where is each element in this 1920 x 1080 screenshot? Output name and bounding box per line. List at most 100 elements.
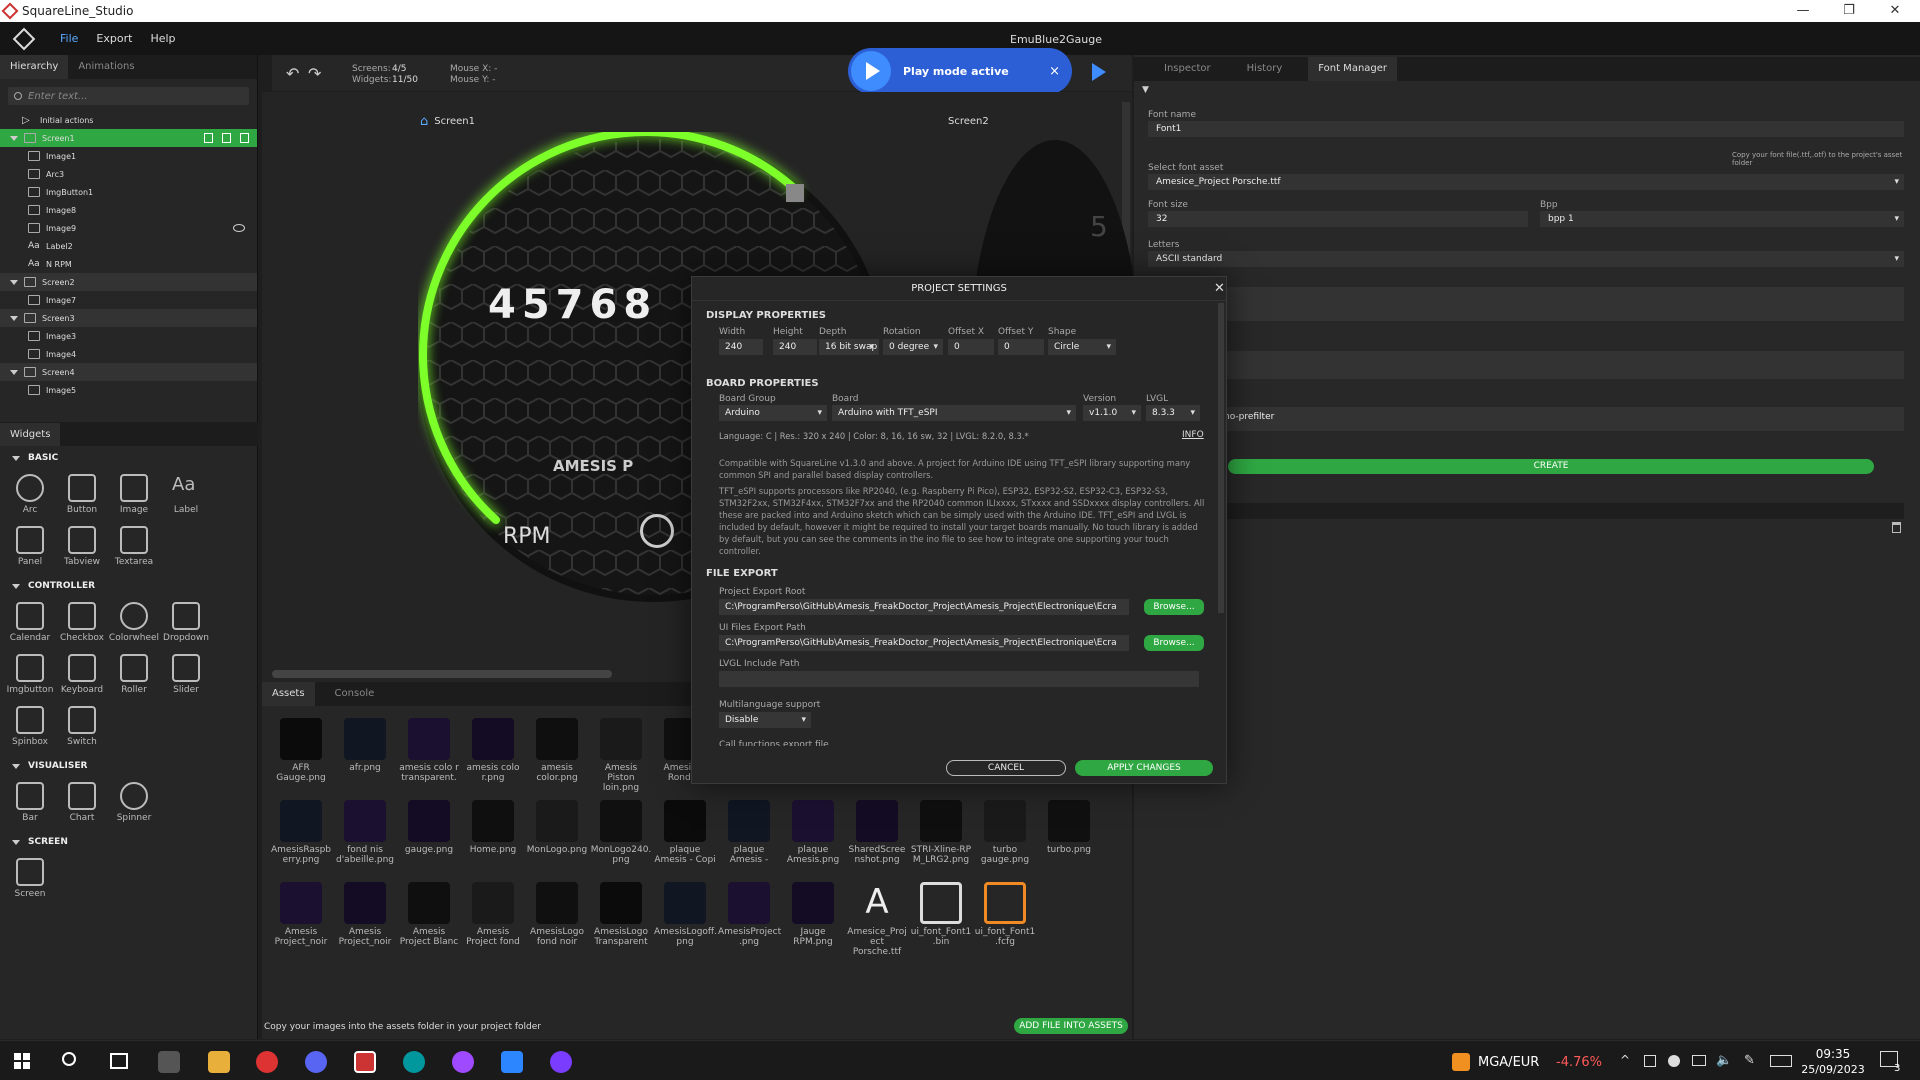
browse-ui-path-button[interactable]: Browse... [1144,635,1204,651]
menu-file[interactable]: File [60,32,78,45]
undo-icon[interactable]: ↶ [286,64,299,83]
expand-caret-icon[interactable] [10,369,18,375]
tree-row-screen2[interactable]: Screen2 [0,273,257,291]
asset-item[interactable]: Amesis Project Blanc [398,882,460,947]
redo-icon[interactable]: ↷ [308,64,321,83]
bpp-dropdown[interactable]: bpp 1 [1540,211,1904,227]
multilang-dropdown[interactable]: Disable [719,712,811,728]
canvas-hscrollbar[interactable] [272,670,612,678]
asset-item[interactable]: ui_font_Font1 .bin [910,882,972,947]
minimize-button[interactable]: — [1780,0,1826,22]
asset-item[interactable]: MonLogo.png [526,800,588,855]
display-width-input[interactable]: 240 [719,339,763,355]
tab-console[interactable]: Console [325,682,385,706]
tree-row-image9[interactable]: Image9 [0,219,257,237]
play-icon[interactable] [1092,63,1106,81]
widget-button[interactable]: Button [56,470,108,522]
asset-item[interactable]: Home.png [462,800,524,855]
widget-screen[interactable]: Screen [4,854,56,906]
copy-icon[interactable] [240,133,249,143]
widget-switch[interactable]: Switch [56,702,108,754]
tab-animations[interactable]: Animations [68,55,144,79]
tree-row-screen4[interactable]: Screen4 [0,363,257,381]
tree-row-image3[interactable]: Image3 [0,327,257,345]
ui-path-input[interactable]: C:\ProgramPerso\GitHub\Amesis_FreakDocto… [719,635,1129,651]
cancel-button[interactable]: CANCEL [946,760,1066,776]
font-list-row[interactable] [1148,503,1904,519]
network-icon[interactable] [1692,1055,1706,1066]
widget-imgbutton[interactable]: Imgbutton [4,650,56,702]
tab-widgets[interactable]: Widgets [0,423,61,446]
task-view-icon[interactable] [110,1053,128,1069]
asset-item[interactable]: MonLogo240. png [590,800,652,865]
letters-textarea[interactable] [1148,287,1904,321]
widget-section-basic[interactable]: BASIC [0,448,258,468]
asset-item[interactable]: AmesisLogoff. png [654,882,717,947]
asset-item[interactable]: Amesis Project_noir [270,882,332,947]
home-imgbutton[interactable] [640,514,674,548]
asset-item[interactable]: afr.png [334,718,396,773]
asset-item[interactable]: plaque Amesis - [718,800,780,865]
tab-hierarchy[interactable]: Hierarchy [0,55,69,79]
asset-item[interactable]: AmesisRaspb erry.png [270,800,332,865]
widget-panel[interactable]: Panel [4,522,56,574]
tab-history[interactable]: History [1237,57,1293,81]
widget-keyboard[interactable]: Keyboard [56,650,108,702]
font-size-input[interactable]: 32 [1148,211,1528,227]
info-link[interactable]: INFO [1182,430,1204,440]
menu-help[interactable]: Help [150,32,175,45]
widget-slider[interactable]: Slider [160,650,212,702]
expand-caret-icon[interactable] [10,135,18,141]
tree-row-image7[interactable]: Image7 [0,291,257,309]
tray-app-icon[interactable] [1644,1055,1656,1067]
tree-row-image1[interactable]: Image1 [0,147,257,165]
color-app-icon[interactable] [452,1051,474,1073]
tree-row-image4[interactable]: Image4 [0,345,257,363]
close-banner-icon[interactable]: × [1049,64,1060,79]
export-root-input[interactable]: C:\ProgramPerso\GitHub\Amesis_FreakDocto… [719,599,1129,615]
tree-row-image8[interactable]: Image8 [0,201,257,219]
chrome-icon[interactable] [256,1051,278,1073]
asset-item[interactable]: SharedScree nshot.png [846,800,908,865]
display-offset-x-input[interactable]: 0 [948,339,994,355]
version-dropdown[interactable]: v1.1.0 [1083,405,1141,421]
tree-row-arc3[interactable]: Arc3 [0,165,257,183]
widget-section-visualiser[interactable]: VISUALISER [0,756,258,776]
keyboard-icon[interactable] [1770,1055,1792,1067]
onedrive-icon[interactable] [1668,1055,1680,1067]
currency-pair[interactable]: MGA/EUR [1478,1055,1539,1070]
close-window-button[interactable]: ✕ [1872,0,1918,22]
lvgl-include-input[interactable] [719,671,1199,687]
display-height-input[interactable]: 240 [773,339,817,355]
menu-export[interactable]: Export [96,32,132,45]
asset-item[interactable]: plaque Amesis - Copi [654,800,716,865]
screen1-tab[interactable]: ⌂ Screen1 [420,114,475,129]
asset-item[interactable]: turbo gauge.png [974,800,1036,865]
asset-item[interactable]: AmesisProject .png [718,882,781,947]
tree-row-n-rpm[interactable]: Aa N RPM [0,255,257,273]
clock-time[interactable]: 09:35 [1808,1047,1858,1061]
clock-date[interactable]: 25/09/2023 [1800,1063,1866,1076]
asset-item[interactable]: A Amesice_Proj ect Porsche.ttf [846,882,908,957]
tree-row-screen1[interactable]: Screen1 [0,129,257,147]
maximize-button[interactable]: ❐ [1826,0,1872,22]
pen-icon[interactable]: ✎ [1744,1053,1755,1068]
trash-icon[interactable] [1892,522,1901,533]
create-font-button[interactable]: CREATE [1228,459,1874,474]
close-dialog-icon[interactable]: ✕ [1214,281,1225,296]
squareline-taskbar-icon[interactable] [354,1051,376,1073]
board-dropdown[interactable]: Arduino with TFT_eSPI [832,405,1076,421]
tree-row-image5[interactable]: Image5 [0,381,257,399]
file-explorer-icon[interactable] [208,1051,230,1073]
font-name-input[interactable]: Font1 [1148,121,1904,137]
tree-row-imgbutton1[interactable]: ImgButton1 [0,183,257,201]
windows-start-icon[interactable] [14,1053,30,1069]
hidden-eye-icon[interactable] [233,224,245,232]
tab-font-manager[interactable]: Font Manager [1308,57,1398,81]
lock-icon[interactable] [222,133,231,143]
range-textarea[interactable] [1148,351,1904,379]
asset-item[interactable]: AmesisLogo Transparent [590,882,652,947]
desktop-app-icon[interactable] [158,1051,180,1073]
paint-app-icon[interactable] [501,1051,523,1073]
asset-item[interactable]: Amesis Piston loin.png [590,718,652,793]
